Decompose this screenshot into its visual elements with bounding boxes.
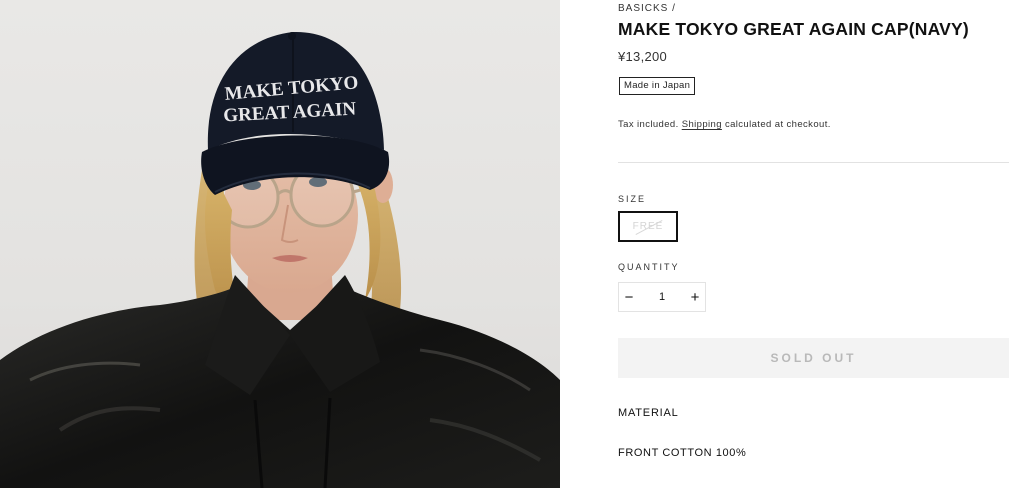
shipping-link[interactable]: Shipping <box>682 119 722 130</box>
tax-note: Tax included. Shipping calculated at che… <box>618 119 831 130</box>
tax-text-after: calculated at checkout. <box>724 119 831 130</box>
product-page: MAKE TOKYO GREAT AGAIN BASICKS / MAKE TO… <box>0 0 1024 488</box>
sold-out-button[interactable]: SOLD OUT <box>618 338 1009 378</box>
product-info: BASICKS / MAKE TOKYO GREAT AGAIN CAP(NAV… <box>618 0 1010 488</box>
product-title: MAKE TOKYO GREAT AGAIN CAP(NAVY) <box>618 19 969 39</box>
breadcrumb[interactable]: BASICKS / <box>618 3 676 14</box>
material-value: FRONT COTTON 100% <box>618 447 747 459</box>
quantity-stepper: − + <box>618 282 706 312</box>
model-wearing-cap-image: MAKE TOKYO GREAT AGAIN <box>0 31 560 488</box>
size-label: SIZE <box>618 194 647 204</box>
size-option-free[interactable]: FREE <box>618 211 678 242</box>
product-photo: MAKE TOKYO GREAT AGAIN <box>0 0 560 488</box>
made-in-badge: Made in Japan <box>619 77 696 95</box>
product-price: ¥13,200 <box>618 49 668 64</box>
material-heading: MATERIAL <box>618 407 679 419</box>
quantity-increase-button[interactable]: + <box>685 283 705 311</box>
divider <box>618 162 1009 163</box>
quantity-input[interactable] <box>639 283 685 311</box>
quantity-label: QUANTITY <box>618 262 680 272</box>
tax-text: Tax included. <box>618 119 679 130</box>
quantity-decrease-button[interactable]: − <box>619 283 639 311</box>
